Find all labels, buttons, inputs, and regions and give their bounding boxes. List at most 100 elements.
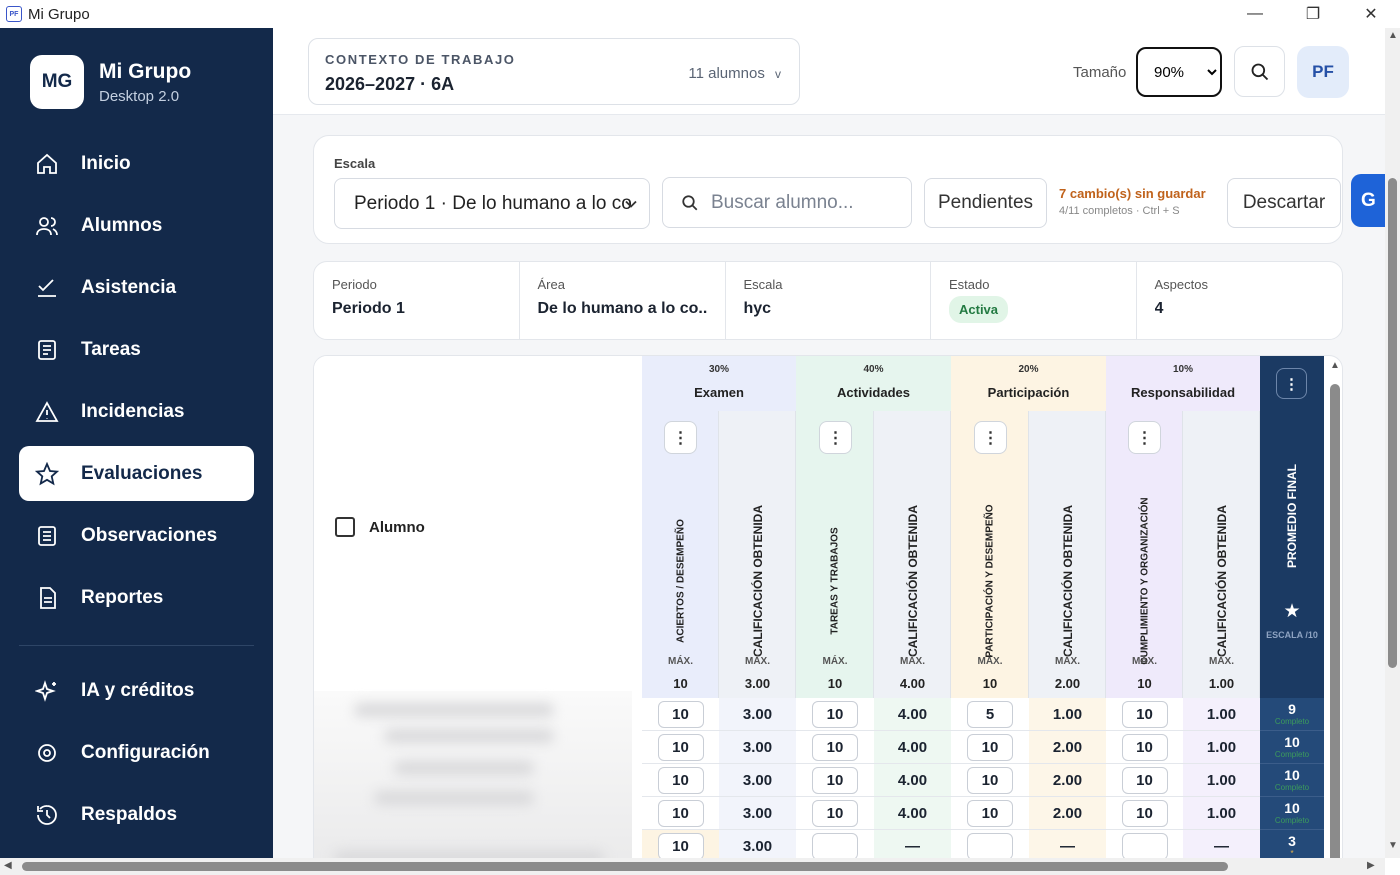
grade-cell[interactable]: 10 [951,797,1029,830]
horizontal-scrollbar[interactable]: ◀ ▶ [0,858,1385,875]
grade-cell[interactable]: 10 [951,731,1029,764]
gear-icon [34,740,60,766]
grade-cell[interactable]: 10 [1106,731,1183,764]
scroll-down-icon[interactable]: ▼ [1388,840,1398,851]
sidebar-divider [19,645,254,646]
grade-input[interactable]: 10 [1121,700,1168,728]
grade-input[interactable]: 10 [1121,799,1168,827]
sidebar-item-label: IA y créditos [81,679,195,701]
save-button[interactable]: G [1351,174,1385,227]
grade-cell[interactable] [951,830,1029,858]
grade-cell: 3.00 [719,698,796,731]
sidebar-item-incidencias[interactable]: Incidencias [19,384,254,439]
grade-cell[interactable]: 10 [642,698,719,731]
period-select[interactable]: Periodo 1 · De lo humano a lo co [334,178,650,229]
grade-input[interactable]: 10 [1121,733,1168,761]
column-menu-button[interactable]: ⋮ [974,421,1007,454]
grade-input[interactable]: 10 [812,766,858,794]
sidebar-item-alumnos[interactable]: Alumnos [19,198,254,253]
window-vertical-scrollbar[interactable]: ▲ ▼ [1385,28,1400,858]
context-selector[interactable]: CONTEXTO DE TRABAJO 2026–2027 · 6A 11 al… [308,38,800,105]
column-label: ACIERTOS / DESEMPEÑO [675,519,686,643]
student-search[interactable] [662,177,912,228]
grade-cell[interactable] [1106,830,1183,858]
grade-cell[interactable]: 10 [796,764,874,797]
grade-input[interactable]: 10 [812,733,858,761]
grade-cell[interactable]: 10 [642,797,719,830]
grade-input[interactable]: 10 [657,733,704,761]
search-button[interactable] [1234,46,1285,97]
grade-cell[interactable]: 10 [642,830,719,858]
column-menu-button[interactable]: ⋮ [1128,421,1161,454]
group-weight: 20% [1018,364,1039,375]
sidebar-item-ia[interactable]: IA y créditos [19,663,254,718]
minimize-button[interactable]: — [1226,0,1284,28]
grade-input[interactable] [812,832,858,858]
search-icon [682,194,698,210]
sidebar-item-configuracion[interactable]: Configuración [19,725,254,780]
search-input[interactable] [711,191,911,214]
grade-cell: 4.00 [874,764,951,797]
select-all-checkbox[interactable] [335,517,355,537]
window-scroll-thumb[interactable] [1388,178,1397,668]
final-average-value: 9 [1288,701,1296,717]
grade-input[interactable]: 10 [1121,766,1168,794]
column-menu-button[interactable]: ⋮ [664,421,697,454]
grade-cell[interactable]: 10 [1106,764,1183,797]
scroll-right-icon[interactable]: ▶ [1367,860,1375,871]
column-label: CALIFICACIÓN OBTENIDA [905,505,920,657]
column-menu-button[interactable]: ⋮ [819,421,852,454]
group-name: Actividades [837,385,910,400]
grade-input[interactable]: 10 [812,799,858,827]
grade-cell[interactable]: 10 [951,764,1029,797]
grade-cell[interactable]: 10 [1106,797,1183,830]
sidebar-item-asistencia[interactable]: Asistencia [19,260,254,315]
grade-cell[interactable]: 10 [796,731,874,764]
grade-cell[interactable]: 10 [1106,698,1183,731]
final-average-cell: 10 Completo [1260,731,1324,764]
grade-input[interactable]: 10 [657,700,704,728]
final-average-value: 10 [1284,800,1300,816]
grade-cell[interactable] [796,830,874,858]
sidebar-item-observaciones[interactable]: Observaciones [19,508,254,563]
grade-input[interactable]: 10 [812,700,858,728]
grid-scroll-thumb[interactable] [1330,384,1340,858]
grade-cell[interactable]: 10 [796,797,874,830]
scroll-up-icon[interactable]: ▲ [1330,360,1340,371]
computed-grade: — [905,837,920,855]
grade-input[interactable]: 10 [657,799,704,827]
grade-input[interactable]: 5 [967,700,1013,728]
grade-input[interactable] [967,832,1013,858]
restore-button[interactable]: ❐ [1284,0,1342,28]
sidebar-item-tareas[interactable]: Tareas [19,322,254,377]
size-select[interactable]: 90% [1136,47,1222,97]
horizontal-scroll-thumb[interactable] [22,862,1228,871]
avatar[interactable]: PF [1297,46,1349,98]
sidebar-item-label: Observaciones [81,524,218,546]
grade-cell[interactable]: 5 [951,698,1029,731]
computed-grade: 4.00 [897,705,928,723]
final-column-menu[interactable]: ⋮ [1276,368,1307,399]
max-label: MÁX. [1055,656,1080,667]
grade-input[interactable]: 10 [657,766,704,794]
sidebar-item-reportes[interactable]: Reportes [19,570,254,625]
grade-input[interactable]: 10 [967,766,1013,794]
grade-input[interactable]: 10 [967,799,1013,827]
grid-vertical-scrollbar[interactable]: ▲ [1330,360,1340,858]
sidebar-item-inicio[interactable]: Inicio [19,136,254,191]
pending-button[interactable]: Pendientes [924,178,1047,228]
grade-input[interactable] [1121,832,1168,858]
sidebar-item-evaluaciones[interactable]: Evaluaciones [19,446,254,501]
discard-button[interactable]: Descartar [1227,178,1341,228]
grade-cell[interactable]: 10 [642,731,719,764]
scroll-left-icon[interactable]: ◀ [4,860,12,871]
grade-cell[interactable]: 10 [642,764,719,797]
grade-input[interactable]: 10 [657,832,704,858]
scroll-up-icon[interactable]: ▲ [1388,30,1398,41]
app-name: Mi Grupo [99,59,192,83]
close-button[interactable]: ✕ [1342,0,1400,28]
grade-cell[interactable]: 10 [796,698,874,731]
grade-input[interactable]: 10 [967,733,1013,761]
sidebar-item-respaldos[interactable]: Respaldos [19,787,254,842]
grade-cell: — [1183,830,1260,858]
